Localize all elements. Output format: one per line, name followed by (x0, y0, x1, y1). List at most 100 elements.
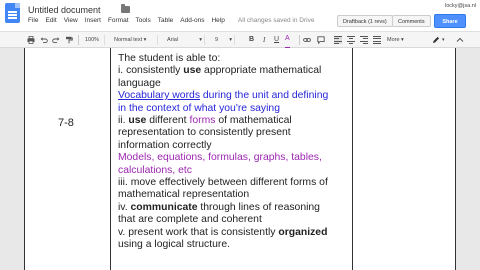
comment-icon[interactable] (317, 36, 325, 44)
chevron-down-icon[interactable]: ▾ (442, 32, 445, 48)
text-color-button[interactable]: A (285, 33, 290, 49)
chevron-down-icon: ▾ (199, 37, 202, 43)
align-left-icon[interactable] (334, 36, 342, 44)
zoom-value: 100% (85, 37, 100, 43)
text-run: v. present work that is consistently (118, 226, 279, 238)
text-run: that are complete and coherent (118, 214, 262, 226)
folder-icon[interactable] (121, 4, 130, 13)
font-value: Arial (167, 37, 179, 43)
align-justify-icon[interactable] (373, 36, 381, 44)
text-run: Vocabulary words (118, 90, 201, 102)
document-area[interactable]: 7-8 The student is able to: i. consistent… (0, 48, 480, 270)
text-line[interactable]: The student is able to: (118, 53, 350, 65)
font-size-value: 9 (215, 37, 219, 43)
text-run: mathematical representation (118, 189, 250, 201)
text-line[interactable]: that are complete and coherent (118, 214, 350, 226)
text-run: during the unit and defining (200, 90, 329, 102)
text-run: Models, equations, formulas, graphs, tab… (118, 152, 322, 164)
text-line[interactable]: language (118, 78, 350, 90)
align-right-icon[interactable] (360, 36, 368, 44)
share-button[interactable]: Share (434, 14, 466, 28)
menu-file[interactable]: File (28, 17, 38, 24)
text-run: appropriate mathematical (201, 65, 322, 77)
text-run: The student is able to: (118, 53, 221, 64)
undo-icon[interactable] (40, 36, 48, 44)
link-icon[interactable] (303, 36, 311, 44)
comments-button[interactable]: Comments (392, 15, 431, 27)
page-border (24, 48, 25, 270)
text-line[interactable]: iv. communicate through lines of reasoni… (118, 202, 350, 214)
bold-button[interactable]: B (249, 32, 254, 48)
text-run: calculations, etc (118, 164, 192, 176)
draftback-button[interactable]: Draftback (1 revs) (337, 15, 393, 27)
text-line[interactable]: ii. use different forms of mathematical (118, 115, 350, 127)
text-run: use (183, 65, 202, 77)
docs-logo-icon[interactable] (5, 3, 20, 23)
share-label: Share (442, 19, 458, 25)
text-line[interactable]: in the context of what you're saying (118, 103, 350, 115)
text-line[interactable]: calculations, etc (118, 165, 350, 177)
level-cell[interactable]: 7-8 (58, 117, 74, 129)
more-button[interactable]: More ▾ (387, 32, 404, 48)
text-run: i. consistently (118, 65, 184, 77)
chevron-up-icon[interactable] (456, 36, 464, 44)
text-line[interactable]: Models, equations, formulas, graphs, tab… (118, 152, 350, 164)
criteria-cell[interactable]: The student is able to: i. consistently u… (118, 53, 350, 252)
save-status: All changes saved in Drive (237, 17, 315, 24)
paint-format-icon[interactable] (65, 36, 73, 44)
text-run: organized (278, 226, 328, 238)
menu-view[interactable]: View (64, 17, 78, 24)
chevron-down-icon: ▾ (142, 37, 147, 43)
redo-icon[interactable] (52, 36, 60, 44)
menu-table[interactable]: Table (158, 17, 174, 24)
menu-format[interactable]: Format (108, 17, 129, 24)
text-run: language (118, 77, 161, 89)
table-border (110, 48, 111, 270)
text-line[interactable]: using a logical structure. (118, 239, 350, 251)
pencil-icon[interactable] (432, 36, 440, 44)
align-center-icon[interactable] (347, 36, 355, 44)
text-run: forms (189, 115, 216, 127)
formatting-toolbar: 100% ▾ Normal text ▾ Arial▾ 9▾ B I U A M… (0, 31, 480, 53)
text-line[interactable]: information correctly (118, 140, 350, 152)
menu-add-ons[interactable]: Add-ons (180, 17, 204, 24)
document-title[interactable]: Untitled document (28, 5, 101, 15)
text-line[interactable]: mathematical representation (118, 189, 350, 201)
text-run: communicate (130, 201, 198, 213)
text-run: ii. (118, 115, 129, 127)
text-line[interactable]: i. consistently use appropriate mathemat… (118, 65, 350, 77)
zoom-select[interactable]: 100% ▾ (83, 35, 105, 53)
text-run: of mathematical (215, 115, 292, 127)
style-value: Normal text (114, 37, 143, 43)
font-size-select[interactable]: 9 ▾ (213, 35, 235, 45)
menu-tools[interactable]: Tools (136, 17, 151, 24)
font-select[interactable]: Arial ▾ (165, 35, 205, 45)
text-run: iv. (118, 201, 131, 213)
menu-edit[interactable]: Edit (45, 17, 56, 24)
more-label: More (387, 37, 400, 43)
text-run: information correctly (118, 139, 212, 151)
underline-button[interactable]: U (274, 32, 279, 48)
table-border (352, 48, 353, 270)
italic-button[interactable]: I (263, 32, 265, 48)
text-line[interactable]: representation to consistently present (118, 127, 350, 139)
print-icon[interactable] (27, 36, 35, 44)
text-run: representation to consistently present (118, 127, 291, 139)
app-header: Untitled document locky@jsa.nl File Edit… (0, 0, 480, 31)
toolbar-divider (299, 35, 300, 45)
text-line[interactable]: Vocabulary words during the unit and def… (118, 90, 350, 102)
toolbar-divider (78, 35, 79, 45)
style-select[interactable]: Normal text ▾ (112, 35, 158, 45)
text-run: using a logical structure. (118, 239, 231, 251)
chevron-down-icon: ▾ (399, 37, 404, 43)
text-run: in the context of what you're saying (118, 102, 280, 114)
user-email[interactable]: locky@jsa.nl (445, 3, 476, 9)
page-border (455, 48, 456, 270)
text-run: through lines of reasoning (197, 201, 320, 213)
menu-help[interactable]: Help (211, 17, 224, 24)
text-line[interactable]: v. present work that is consistently org… (118, 227, 350, 239)
menu-bar: File Edit View Insert Format Tools Table… (28, 17, 321, 24)
text-line[interactable]: iii. move effectively between different … (118, 177, 350, 189)
menu-insert[interactable]: Insert (85, 17, 101, 24)
text-run: iii. move effectively between different … (118, 177, 328, 189)
